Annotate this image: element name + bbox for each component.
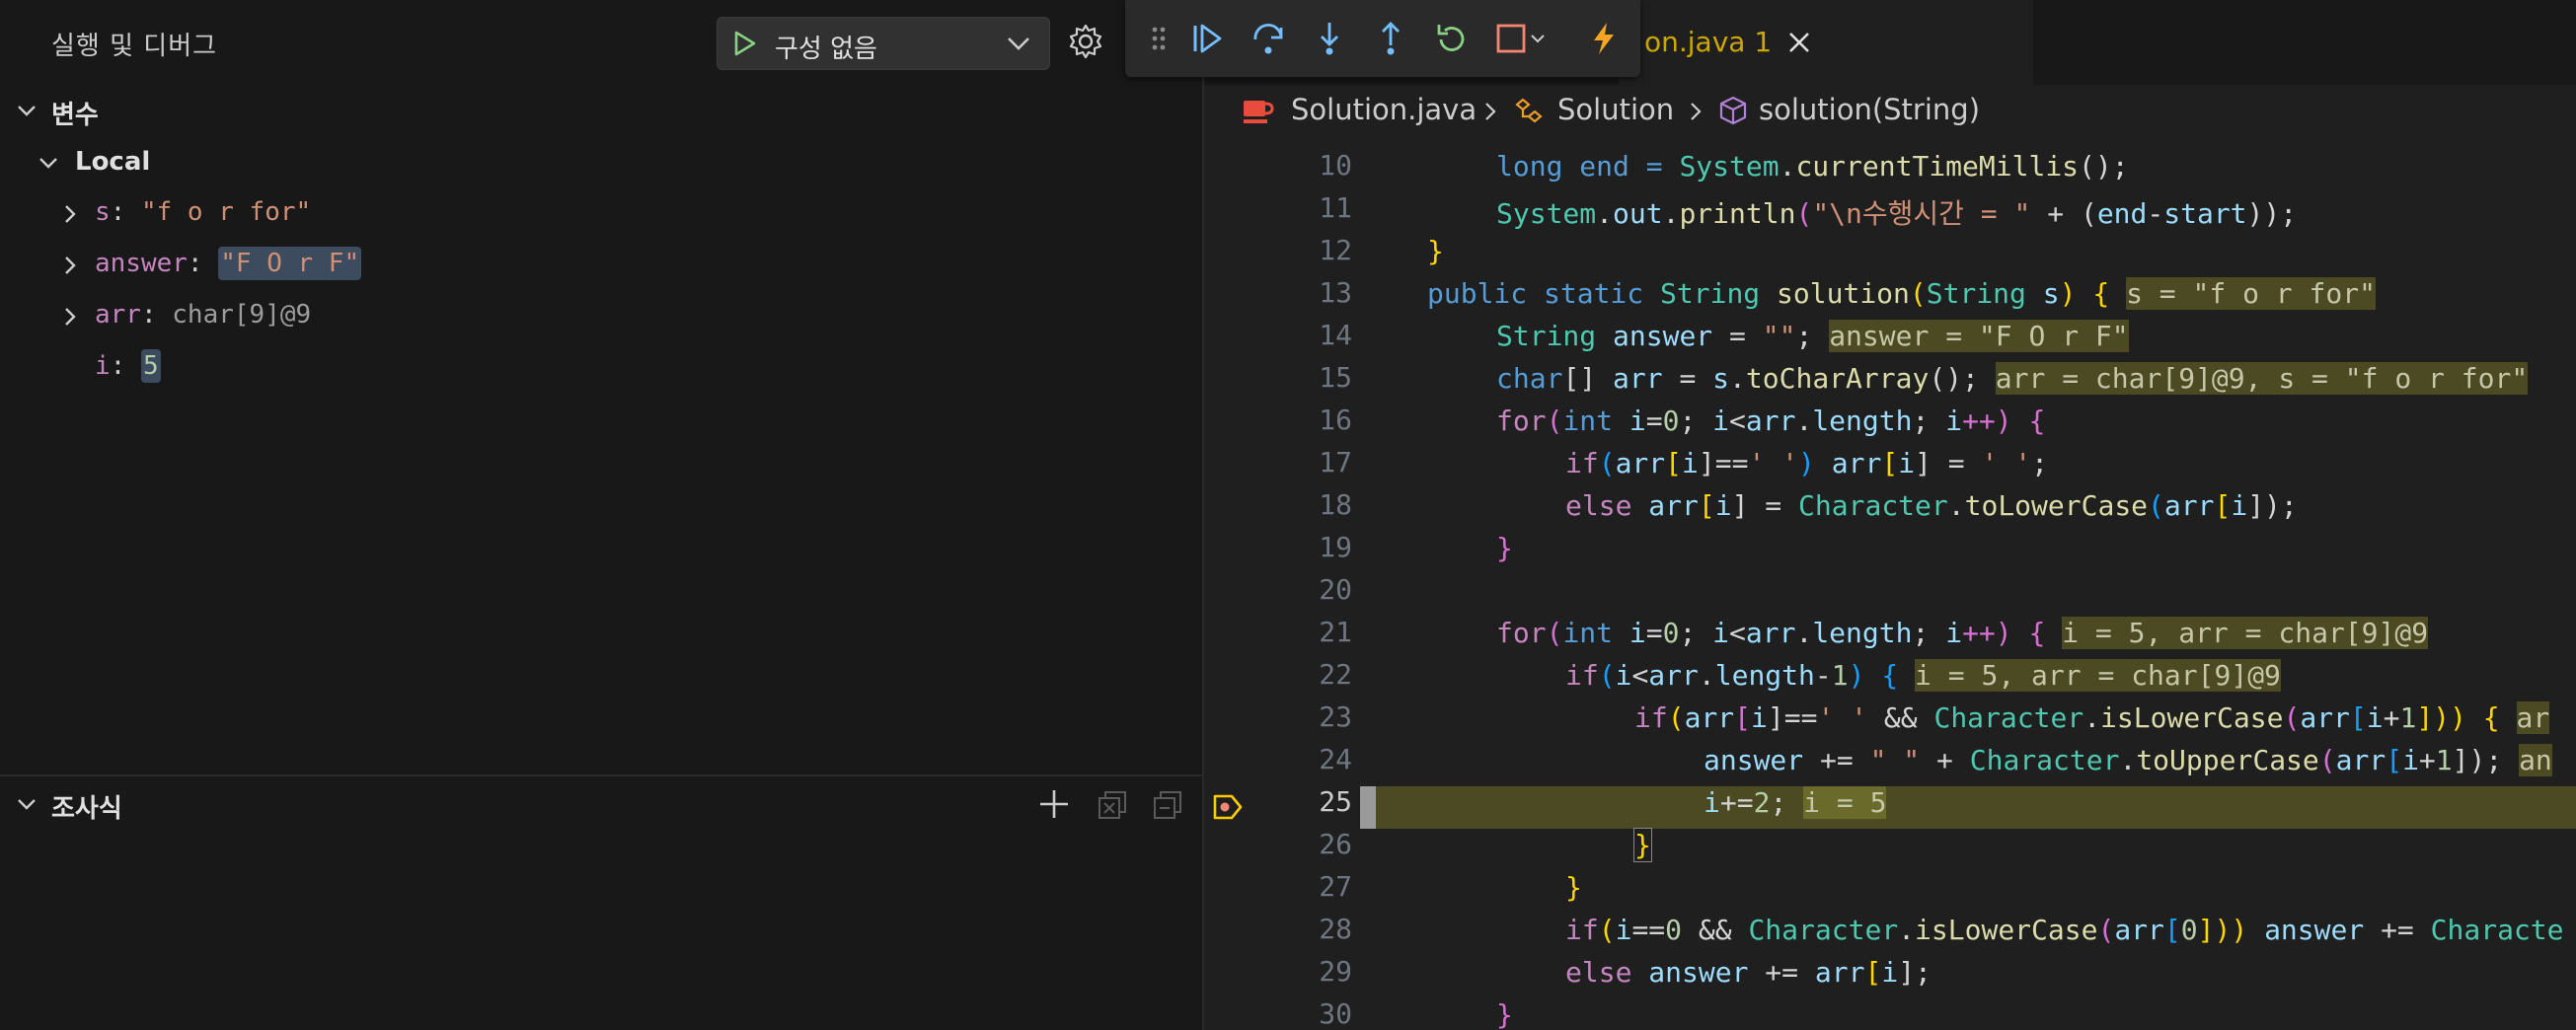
tab-label: on.java 1 xyxy=(1644,26,1773,58)
inline-value: s = "f o r for" xyxy=(2126,277,2376,310)
chevron-down-icon[interactable] xyxy=(16,793,38,815)
code-line[interactable]: } xyxy=(1204,528,2576,570)
play-icon[interactable] xyxy=(729,29,759,58)
code-line[interactable]: long end = System.currentTimeMillis(); xyxy=(1204,146,2576,188)
code-line[interactable]: System.out.println("\n수행시간 = " + (end-st… xyxy=(1204,188,2576,231)
chevron-right-icon[interactable] xyxy=(61,306,79,328)
breadcrumb-method[interactable]: solution(String) xyxy=(1759,93,1980,126)
run-config-dropdown[interactable]: 구성 없음 xyxy=(717,17,1050,70)
panel-title: 실행 및 디버그 xyxy=(51,32,218,61)
section-divider xyxy=(0,774,1202,776)
code-line[interactable]: String answer = ""; answer = "F O r F" xyxy=(1204,316,2576,358)
variable-row[interactable]: i: 5 xyxy=(95,349,161,383)
run-config-label: 구성 없음 xyxy=(775,35,877,64)
code-line[interactable]: else answer += arr[i]; xyxy=(1204,952,2576,994)
editor-area: on.java 1 Solution.java Solution solutio… xyxy=(1204,0,2576,1030)
local-scope-header[interactable]: Local xyxy=(75,147,150,177)
stop-icon[interactable] xyxy=(1494,20,1548,57)
code-line[interactable]: public static String solution(String s) … xyxy=(1204,273,2576,316)
inline-value: answer = "F O r F" xyxy=(1829,320,2129,352)
variable-value-changed: "F O r F" xyxy=(218,247,362,280)
variables-section-header[interactable]: 변수 xyxy=(51,95,99,131)
hot-code-replace-icon[interactable] xyxy=(1585,20,1623,57)
variable-name: answer xyxy=(95,249,188,278)
refresh-expressions-icon xyxy=(1099,791,1126,819)
variable-name: s xyxy=(95,197,111,227)
code-line[interactable]: } xyxy=(1204,231,2576,273)
drag-handle-icon[interactable] xyxy=(1149,20,1169,57)
code-line[interactable]: answer += " " + Character.toUpperCase(ar… xyxy=(1204,740,2576,782)
breadcrumb: Solution.java Solution solution(String) xyxy=(1204,85,2576,136)
variable-name: i xyxy=(95,351,111,381)
chevron-down-icon[interactable] xyxy=(38,152,59,174)
variable-row[interactable]: arr: char[9]@9 xyxy=(95,300,311,330)
restart-icon[interactable] xyxy=(1433,20,1471,57)
chevron-right-icon xyxy=(1485,103,1496,120)
code-line[interactable]: if(arr[i]==' ' && Character.isLowerCase(… xyxy=(1204,698,2576,740)
inline-value: i = 5, arr = char[9]@9 xyxy=(2062,617,2429,649)
code-line[interactable]: for(int i=0; i<arr.length; i++) { xyxy=(1204,401,2576,443)
add-expression-icon[interactable] xyxy=(1034,784,1074,824)
variable-name: arr xyxy=(95,300,141,330)
chevron-right-icon xyxy=(1691,103,1702,120)
inline-value: arr = char[9]@9, s = "f o r for" xyxy=(1995,362,2529,395)
java-file-icon xyxy=(1244,101,1274,123)
code-line[interactable]: if(i<arr.length-1) { i = 5, arr = char[9… xyxy=(1204,655,2576,698)
code-line[interactable]: else arr[i] = Character.toLowerCase(arr[… xyxy=(1204,485,2576,528)
chevron-down-icon xyxy=(1008,37,1029,50)
chevron-right-icon[interactable] xyxy=(61,203,79,225)
inline-value: i = 5 xyxy=(1803,786,1887,819)
continue-icon[interactable] xyxy=(1188,20,1226,57)
chevron-right-icon[interactable] xyxy=(61,255,79,276)
code-line[interactable]: if(i==0 && Character.isLowerCase(arr[0])… xyxy=(1204,910,2576,952)
inline-value: ar xyxy=(2516,701,2550,734)
code-line[interactable] xyxy=(1204,570,2576,613)
debug-toolbar xyxy=(1125,0,1640,77)
variable-value: char[9]@9 xyxy=(172,300,312,330)
collapse-all-icon xyxy=(1154,791,1181,819)
breadcrumb-file[interactable]: Solution.java xyxy=(1291,93,1477,126)
code-line[interactable]: } xyxy=(1204,994,2576,1030)
code-line[interactable]: if(arr[i]==' ') arr[i] = ' '; xyxy=(1204,443,2576,485)
variable-row[interactable]: s: "f o r for" xyxy=(95,197,311,227)
code-line[interactable]: for(int i=0; i<arr.length; i++) { i = 5,… xyxy=(1204,613,2576,655)
step-into-icon[interactable] xyxy=(1311,20,1348,57)
method-icon xyxy=(1719,96,1747,125)
chevron-down-icon[interactable] xyxy=(16,100,38,121)
code-line[interactable]: char[] arr = s.toCharArray(); arr = char… xyxy=(1204,358,2576,401)
breadcrumb-class[interactable]: Solution xyxy=(1557,93,1674,126)
inline-value: i = 5, arr = char[9]@9 xyxy=(1915,659,2281,692)
step-out-icon[interactable] xyxy=(1372,20,1409,57)
debug-sidebar: 실행 및 디버그 구성 없음 변수 Local s: "f o r for" a… xyxy=(0,0,1202,1030)
class-icon xyxy=(1515,98,1543,123)
watch-section-header[interactable]: 조사식 xyxy=(51,788,122,825)
close-icon[interactable] xyxy=(1786,30,1812,55)
variable-row[interactable]: answer: "F O r F" xyxy=(95,247,362,280)
code-line[interactable]: } xyxy=(1204,867,2576,910)
code-line[interactable]: } xyxy=(1204,825,2576,867)
inline-value: an xyxy=(2519,744,2552,776)
variable-value: "f o r for" xyxy=(140,197,312,227)
gear-icon[interactable] xyxy=(1066,22,1105,61)
code-line-current[interactable]: i+=2; i = 5 xyxy=(1204,782,2576,825)
variable-value-changed: 5 xyxy=(140,349,161,383)
step-over-icon[interactable] xyxy=(1250,20,1287,57)
